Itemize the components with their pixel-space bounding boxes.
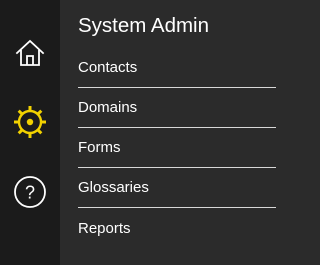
gear-tooth	[17, 109, 24, 116]
system-admin-panel: System Admin Contacts Domains Forms Glos…	[60, 0, 294, 265]
panel-title: System Admin	[78, 14, 210, 37]
gear-tooth	[17, 128, 24, 135]
menu-item-contacts[interactable]: Contacts	[78, 48, 276, 88]
icon-rail: ?	[0, 0, 60, 265]
help-button[interactable]: ?	[0, 172, 60, 212]
menu-item-forms[interactable]: Forms	[78, 128, 276, 168]
admin-menu: Contacts Domains Forms Glossaries Report…	[78, 48, 276, 248]
home-icon	[15, 39, 45, 66]
help-icon: ?	[14, 176, 46, 208]
gear-icon	[14, 106, 46, 138]
gear-tooth	[36, 128, 43, 135]
system-admin-button[interactable]	[0, 102, 60, 142]
gear-tooth	[36, 109, 43, 116]
menu-item-glossaries[interactable]: Glossaries	[78, 168, 276, 208]
menu-item-reports[interactable]: Reports	[78, 208, 276, 248]
help-glyph: ?	[25, 183, 35, 203]
home-button[interactable]	[0, 33, 60, 73]
menu-item-domains[interactable]: Domains	[78, 88, 276, 128]
